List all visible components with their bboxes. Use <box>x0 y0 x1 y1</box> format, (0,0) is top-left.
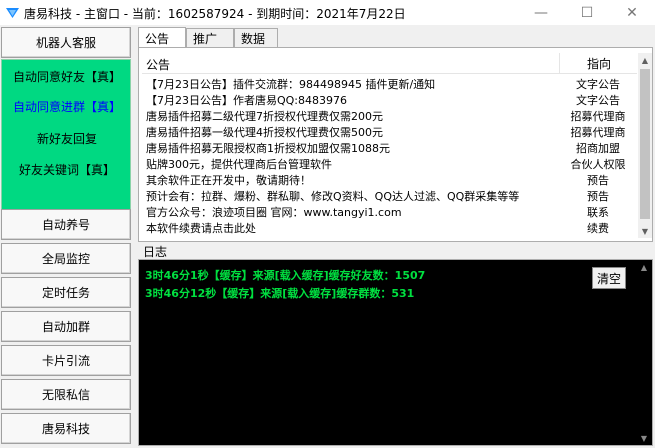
auto-nurture-button[interactable]: 自动养号 <box>1 209 131 240</box>
list-item[interactable]: 其余软件正在开发中，敬请期待！ 预告 <box>142 171 637 187</box>
announcement-text: 其余软件正在开发中，敬请期待！ <box>146 174 311 187</box>
list-item[interactable]: 官方公众号：浪迹项目圈 官网：www.tangyi1.com 联系 <box>142 203 637 219</box>
tab-announcements[interactable]: 公告 <box>138 27 186 48</box>
close-icon[interactable]: ✕ <box>609 0 655 25</box>
announcement-target: 招募代理商 <box>570 126 626 139</box>
announcement-target: 文字公告 <box>576 78 620 91</box>
list-header: 公告 指向 <box>142 53 637 74</box>
log-line: 3时46分12秒【缓存】来源[载入缓存]缓存群数：531 <box>145 287 415 300</box>
window-title: 唐易科技 - 主窗口 - 当前：1602587924 - 到期时间：2021年7… <box>24 7 406 21</box>
app-logo-icon <box>6 8 19 18</box>
announcement-text: 唐易插件招募二级代理7折授权代理费仅需200元 <box>146 110 383 123</box>
auto-accept-friend-option[interactable]: 自动同意好友【真】 <box>2 68 132 85</box>
scroll-up-icon[interactable]: ▲ <box>636 260 652 274</box>
scroll-down-icon[interactable]: ▼ <box>636 431 652 445</box>
scheduled-task-button[interactable]: 定时任务 <box>1 277 131 308</box>
card-traffic-button[interactable]: 卡片引流 <box>1 345 131 376</box>
scroll-thumb[interactable] <box>640 69 650 219</box>
title-bar: 唐易科技 - 主窗口 - 当前：1602587924 - 到期时间：2021年7… <box>0 0 655 25</box>
auto-settings-panel: 自动同意好友【真】 自动同意进群【真】 新好友回复 好友关键词【真】 <box>1 59 131 232</box>
robot-service-button[interactable]: 机器人客服 <box>1 27 131 58</box>
column-header-announcement[interactable]: 公告 <box>146 56 170 73</box>
announcement-target: 招商加盟 <box>576 142 620 155</box>
log-output: 3时46分1秒【缓存】来源[载入缓存]缓存好友数：1507 3时46分12秒【缓… <box>138 259 653 446</box>
sidebar: 机器人客服 自动同意好友【真】 自动同意进群【真】 新好友回复 好友关键词【真】… <box>0 26 134 448</box>
tangyi-tech-button[interactable]: 唐易科技 <box>1 413 131 444</box>
announcement-target: 续费 <box>587 222 609 235</box>
auto-join-group-button[interactable]: 自动加群 <box>1 311 131 342</box>
friend-keyword-option[interactable]: 好友关键词【真】 <box>2 161 132 178</box>
unlimited-message-button[interactable]: 无限私信 <box>1 379 131 410</box>
announcement-target: 招募代理商 <box>570 110 626 123</box>
announcement-text: 唐易插件招募一级代理4折授权代理费仅需500元 <box>146 126 383 139</box>
announcement-text: 【7月23日公告】插件交流群：984498945 插件更新/通知 <box>146 78 436 91</box>
announcement-target: 预告 <box>587 190 609 203</box>
list-item[interactable]: 【7月23日公告】插件交流群：984498945 插件更新/通知 文字公告 <box>142 75 637 91</box>
auto-accept-group-option[interactable]: 自动同意进群【真】 <box>2 98 132 115</box>
list-item[interactable]: 唐易插件招募二级代理7折授权代理费仅需200元 招募代理商 <box>142 107 637 123</box>
announcement-target: 预告 <box>587 174 609 187</box>
announcements-panel: 公告 指向 【7月23日公告】插件交流群：984498945 插件更新/通知文字… <box>138 47 653 242</box>
list-item[interactable]: 【7月23日公告】作者唐易QQ:8483976 文字公告 <box>142 91 637 107</box>
announcements-list: 公告 指向 【7月23日公告】插件交流群：984498945 插件更新/通知文字… <box>142 53 637 238</box>
tab-data[interactable]: 数据 <box>234 28 278 47</box>
announcement-text: 【7月23日公告】作者唐易QQ:8483976 <box>146 94 348 107</box>
list-item[interactable]: 本软件续费请点击此处 续费 <box>142 219 637 235</box>
minimize-icon[interactable]: — <box>518 0 564 25</box>
new-friend-reply-option[interactable]: 新好友回复 <box>2 130 132 147</box>
list-item[interactable]: 唐易插件招募一级代理4折授权代理费仅需500元 招募代理商 <box>142 123 637 139</box>
announcements-scrollbar[interactable]: ▲ ▼ <box>638 53 652 238</box>
list-item[interactable]: 预计会有：拉群、爆粉、群私聊、修改Q资料、QQ达人过滤、QQ群采集等等 预告 <box>142 187 637 203</box>
log-label: 日志 <box>143 245 168 259</box>
column-header-target[interactable]: 指向 <box>559 53 637 73</box>
log-line: 3时46分1秒【缓存】来源[载入缓存]缓存好友数：1507 <box>145 269 426 282</box>
scroll-up-icon[interactable]: ▲ <box>638 53 652 67</box>
announcement-text: 预计会有：拉群、爆粉、群私聊、修改Q资料、QQ达人过滤、QQ群采集等等 <box>146 190 520 203</box>
tab-promotion[interactable]: 推广 <box>186 28 234 47</box>
announcement-text: 官方公众号：浪迹项目圈 官网：www.tangyi1.com <box>146 206 402 219</box>
global-monitor-button[interactable]: 全局监控 <box>1 243 131 274</box>
clear-log-button[interactable]: 清空 <box>592 267 626 289</box>
list-item[interactable]: 贴牌300元，提供代理商后台管理软件 合伙人权限 <box>142 155 637 171</box>
announcement-target: 文字公告 <box>576 94 620 107</box>
announcement-text: 贴牌300元，提供代理商后台管理软件 <box>146 158 332 171</box>
scroll-down-icon[interactable]: ▼ <box>638 224 652 238</box>
log-scrollbar[interactable]: ▲ ▼ <box>636 260 652 445</box>
announcement-target: 联系 <box>587 206 609 219</box>
announcement-target: 合伙人权限 <box>570 158 626 171</box>
announcement-text: 唐易插件招募无限授权商1折授权加盟仅需1088元 <box>146 142 390 155</box>
list-item[interactable]: 唐易插件招募无限授权商1折授权加盟仅需1088元 招商加盟 <box>142 139 637 155</box>
announcement-text: 本软件续费请点击此处 <box>146 222 256 235</box>
maximize-icon[interactable]: ☐ <box>564 0 610 25</box>
